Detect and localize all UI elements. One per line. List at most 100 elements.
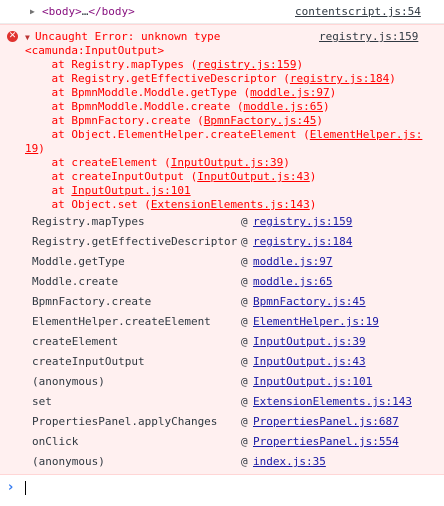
stack-at-symbol: @ bbox=[241, 455, 248, 468]
stack-at-symbol: @ bbox=[241, 335, 248, 348]
body-open-tag: <body> bbox=[42, 5, 82, 18]
error-trace-line: at Registry.mapTypes (registry.js:159) bbox=[25, 58, 303, 72]
error-trace-line: at createElement (InputOutput.js:39) bbox=[25, 156, 289, 170]
prompt-cursor bbox=[25, 481, 26, 495]
call-stack-row: Registry.mapTypes @ registry.js:159 bbox=[32, 215, 432, 235]
stack-source-link[interactable]: InputOutput.js:43 bbox=[253, 355, 366, 369]
stack-at-symbol: @ bbox=[241, 275, 248, 288]
trace-source-link[interactable]: ElementHelper.js: bbox=[310, 128, 423, 141]
stack-function-name: (anonymous) bbox=[32, 455, 105, 468]
source-link-contentscript[interactable]: contentscript.js:54 bbox=[295, 5, 421, 19]
error-icon: ✕ bbox=[7, 31, 18, 42]
log-row-body-element[interactable]: ▶ <body>…</body> contentscript.js:54 bbox=[0, 0, 444, 24]
call-stack-row: Moddle.create @ moddle.js:65 bbox=[32, 275, 432, 295]
error-trace-line: at BpmnModdle.Moddle.create (moddle.js:6… bbox=[25, 100, 330, 114]
stack-function-name: Registry.getEffectiveDescriptor bbox=[32, 235, 238, 248]
trace-text-suffix: ) bbox=[316, 114, 324, 127]
error-message-line1: Uncaught Error: unknown type bbox=[35, 30, 221, 43]
stack-source-link[interactable]: BpmnFactory.js:45 bbox=[253, 295, 366, 309]
trace-text-suffix: ) bbox=[309, 170, 317, 183]
error-expand-caret-icon[interactable]: ▼ bbox=[25, 31, 30, 45]
stack-at-symbol: @ bbox=[241, 395, 248, 408]
trace-text: at Registry.mapTypes ( bbox=[25, 58, 198, 71]
stack-source-link[interactable]: InputOutput.js:39 bbox=[253, 335, 366, 349]
trace-source-link[interactable]: BpmnFactory.js:45 bbox=[204, 114, 317, 127]
trace-source-link[interactable]: InputOutput.js:43 bbox=[197, 170, 310, 183]
stack-source-link[interactable]: PropertiesPanel.js:687 bbox=[253, 415, 399, 429]
trace-text: at Object.ElementHelper.createElement ( bbox=[25, 128, 310, 141]
trace-source-link[interactable]: moddle.js:97 bbox=[250, 86, 329, 99]
trace-text: at createInputOutput ( bbox=[25, 170, 198, 183]
error-trace-line: at Object.set (ExtensionElements.js:143) bbox=[25, 198, 316, 212]
trace-text-suffix: ) bbox=[323, 100, 330, 113]
stack-function-name: PropertiesPanel.applyChanges bbox=[32, 415, 218, 428]
trace-text-suffix: ) bbox=[38, 142, 45, 155]
stack-source-link[interactable]: InputOutput.js:101 bbox=[253, 375, 372, 389]
stack-function-name: createElement bbox=[32, 335, 119, 348]
stack-function-name: createInputOutput bbox=[32, 355, 145, 368]
body-close-tag: </body> bbox=[88, 5, 135, 18]
stack-function-name: set bbox=[32, 395, 52, 408]
stack-source-link[interactable]: moddle.js:97 bbox=[253, 255, 332, 269]
call-stack-row: onClick @ PropertiesPanel.js:554 bbox=[32, 435, 432, 455]
body-element-preview[interactable]: <body>…</body> bbox=[42, 5, 135, 19]
call-stack-row: set @ ExtensionElements.js:143 bbox=[32, 395, 432, 415]
stack-source-link[interactable]: ExtensionElements.js:143 bbox=[253, 395, 412, 409]
trace-source-link[interactable]: ExtensionElements.js:143 bbox=[151, 198, 310, 211]
stack-function-name: ElementHelper.createElement bbox=[32, 315, 211, 328]
stack-at-symbol: @ bbox=[241, 215, 248, 228]
call-stack-row: (anonymous) @ InputOutput.js:101 bbox=[32, 375, 432, 395]
stack-function-name: Moddle.getType bbox=[32, 255, 125, 268]
error-trace-line: 19) bbox=[25, 142, 45, 156]
trace-text-suffix: ) bbox=[296, 58, 304, 71]
trace-source-link[interactable]: registry.js:184 bbox=[290, 72, 389, 85]
trace-text: at bbox=[25, 184, 72, 197]
trace-source-link[interactable]: InputOutput.js:39 bbox=[171, 156, 284, 169]
call-stack-row: createElement @ InputOutput.js:39 bbox=[32, 335, 432, 355]
stack-at-symbol: @ bbox=[241, 435, 248, 448]
stack-source-link[interactable]: PropertiesPanel.js:554 bbox=[253, 435, 399, 449]
trace-text: at BpmnModdle.Moddle.getType ( bbox=[25, 86, 251, 99]
error-trace-line: at BpmnModdle.Moddle.getType (moddle.js:… bbox=[25, 86, 336, 100]
trace-source-link[interactable]: moddle.js:65 bbox=[244, 100, 323, 113]
source-link-registry[interactable]: registry.js:159 bbox=[319, 30, 418, 44]
stack-function-name: BpmnFactory.create bbox=[32, 295, 152, 308]
stack-at-symbol: @ bbox=[241, 375, 248, 388]
stack-at-symbol: @ bbox=[241, 255, 248, 268]
error-message-block: ✕ ▼ Uncaught Error: unknown type registr… bbox=[0, 24, 444, 475]
stack-function-name: Registry.mapTypes bbox=[32, 215, 145, 228]
error-trace-line: at Registry.getEffectiveDescriptor (regi… bbox=[25, 72, 396, 86]
trace-source-link[interactable]: 19 bbox=[25, 142, 38, 155]
stack-source-link[interactable]: moddle.js:65 bbox=[253, 275, 332, 289]
stack-source-link[interactable]: index.js:35 bbox=[253, 455, 326, 469]
trace-text-suffix: ) bbox=[389, 72, 396, 85]
trace-text: at BpmnFactory.create ( bbox=[25, 114, 204, 127]
call-stack-row: Moddle.getType @ moddle.js:97 bbox=[32, 255, 432, 275]
stack-function-name: (anonymous) bbox=[32, 375, 105, 388]
error-message-line2: <camunda:InputOutput> bbox=[25, 44, 165, 57]
stack-at-symbol: @ bbox=[241, 235, 248, 248]
stack-source-link[interactable]: ElementHelper.js:19 bbox=[253, 315, 379, 329]
trace-text: at Object.set ( bbox=[25, 198, 151, 211]
expand-caret-icon[interactable]: ▶ bbox=[30, 5, 35, 19]
stack-source-link[interactable]: registry.js:184 bbox=[253, 235, 352, 249]
trace-text: at BpmnModdle.Moddle.create ( bbox=[25, 100, 244, 113]
trace-text: at createElement ( bbox=[25, 156, 171, 169]
trace-source-link[interactable]: InputOutput.js:101 bbox=[71, 184, 190, 197]
call-stack-row: ElementHelper.createElement @ ElementHelpe… bbox=[32, 315, 432, 335]
stack-at-symbol: @ bbox=[241, 295, 248, 308]
error-trace-line: at createInputOutput (InputOutput.js:43) bbox=[25, 170, 316, 184]
error-trace-line: at BpmnFactory.create (BpmnFactory.js:45… bbox=[25, 114, 323, 128]
trace-text: at Registry.getEffectiveDescriptor ( bbox=[25, 72, 290, 85]
console-prompt[interactable]: › bbox=[0, 476, 444, 506]
stack-at-symbol: @ bbox=[241, 315, 248, 328]
trace-source-link[interactable]: registry.js:159 bbox=[197, 58, 296, 71]
prompt-chevron-icon: › bbox=[8, 480, 14, 495]
call-stack-row: Registry.getEffectiveDescriptor @ registry… bbox=[32, 235, 432, 255]
stack-function-name: onClick bbox=[32, 435, 79, 448]
stack-source-link[interactable]: registry.js:159 bbox=[253, 215, 352, 229]
trace-text-suffix: ) bbox=[309, 198, 317, 211]
error-trace-line: at InputOutput.js:101 bbox=[25, 184, 190, 198]
stack-at-symbol: @ bbox=[241, 355, 248, 368]
error-trace-line: at Object.ElementHelper.createElement (E… bbox=[25, 128, 422, 142]
